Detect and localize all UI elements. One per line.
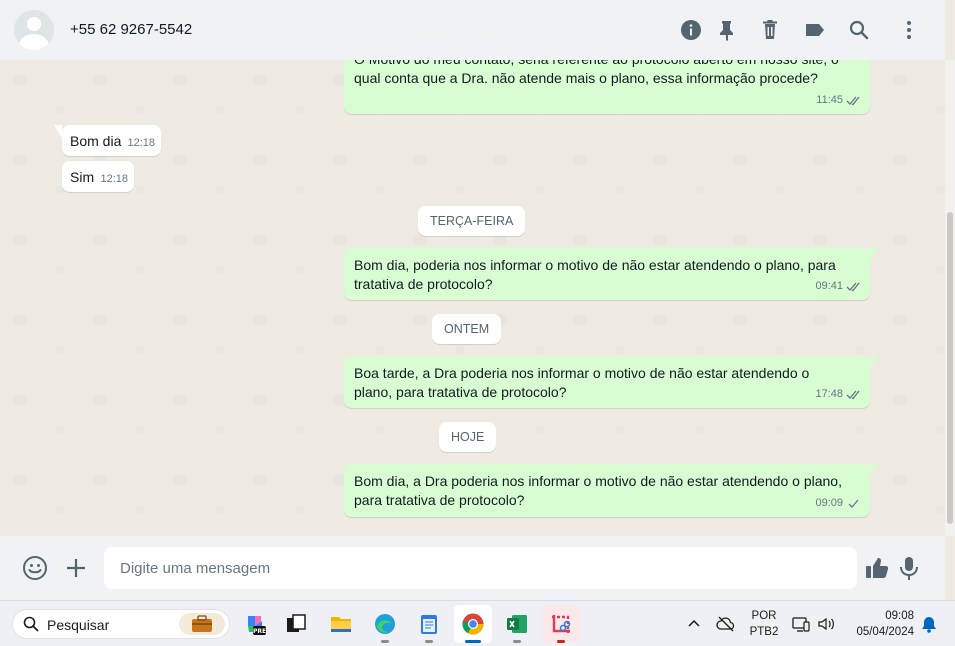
folder-icon: [331, 617, 351, 632]
message-meta: 09:41: [815, 277, 862, 296]
single-check-icon: [848, 499, 859, 508]
message-outgoing[interactable]: Bom dia, poderia nos informar o motivo d…: [344, 248, 878, 300]
message-text: Boa tarde, a Dra poderia nos informar o …: [354, 365, 810, 400]
message-input[interactable]: [104, 547, 857, 589]
taskbar-file-explorer[interactable]: [322, 605, 360, 643]
chevron-up-icon[interactable]: [684, 614, 704, 634]
message-text: Bom dia, poderia nos informar o motivo d…: [354, 257, 836, 292]
network-icon[interactable]: [791, 614, 811, 634]
message-outgoing[interactable]: Bom dia, a Dra poderia nos informar o mo…: [344, 464, 878, 517]
volume-icon[interactable]: [816, 614, 836, 634]
edge-icon: [375, 614, 395, 634]
message-time: 12:18: [127, 137, 155, 149]
message-time: 09:41: [815, 280, 843, 292]
message-time: 09:09: [815, 497, 843, 509]
date-separator: HOJE: [439, 422, 497, 452]
emoji-icon[interactable]: [22, 555, 48, 581]
label-icon[interactable]: [803, 18, 827, 42]
message-meta: 12:18: [127, 134, 155, 153]
pin-icon[interactable]: [715, 18, 739, 42]
taskbar-excel[interactable]: [498, 605, 536, 643]
clock[interactable]: 09:08 05/04/2024: [846, 608, 914, 640]
message-text: Sim: [70, 169, 95, 185]
message-meta: 12:18: [100, 170, 128, 189]
avatar[interactable]: [14, 10, 54, 50]
message-outgoing[interactable]: Boa tarde, a Dra poderia nos informar o …: [344, 356, 878, 408]
date-separator: TERÇA-FEIRA: [418, 206, 526, 236]
microphone-icon[interactable]: [896, 555, 922, 581]
taskbar-search[interactable]: Pesquisar: [12, 609, 230, 639]
attach-plus-icon[interactable]: [63, 555, 89, 581]
menu-icon[interactable]: [897, 18, 921, 42]
language-indicator[interactable]: POR PTB2: [746, 608, 782, 640]
contact-name[interactable]: +55 62 9267-5542: [70, 21, 192, 38]
notepad-icon: [421, 615, 437, 634]
language-code: POR: [751, 610, 777, 622]
message-incoming[interactable]: Bom dia 12:18: [54, 125, 161, 156]
date-separator: ONTEM: [432, 314, 502, 344]
message-meta: 11:45: [816, 91, 862, 110]
cloud-offline-icon[interactable]: [716, 614, 736, 634]
message-outgoing[interactable]: O Motivo do meu contato, seria referente…: [344, 60, 870, 114]
task-view-icon: [287, 614, 306, 632]
taskbar-chrome[interactable]: [454, 605, 492, 643]
copilot-icon: PRE: [248, 616, 266, 635]
message-meta: 17:48: [815, 385, 862, 404]
taskbar: Pesquisar PRE POR PTB2 09:08 05/04/2024: [0, 600, 955, 646]
message-meta: 09:09: [815, 494, 862, 513]
search-label: Pesquisar: [47, 617, 110, 633]
double-check-icon: [846, 390, 860, 400]
message-time: 17:48: [815, 388, 843, 400]
message-text: O Motivo do meu contato, seria referente…: [354, 60, 839, 86]
message-text: Bom dia: [70, 133, 122, 149]
briefcase-icon: [179, 613, 225, 635]
taskbar-notepad[interactable]: [410, 605, 448, 643]
scrollbar-thumb[interactable]: [947, 212, 953, 524]
message-incoming[interactable]: Sim 12:18: [62, 161, 134, 192]
double-check-icon: [846, 96, 860, 106]
message-text: Bom dia, a Dra poderia nos informar o mo…: [354, 473, 842, 508]
thumbs-up-icon[interactable]: [864, 555, 890, 581]
search-icon: [23, 616, 39, 632]
keyboard-layout: PTB2: [749, 626, 779, 638]
clock-time: 09:08: [885, 610, 914, 622]
chrome-icon: [462, 613, 484, 635]
search-icon[interactable]: [847, 18, 871, 42]
notification-bell-icon[interactable]: [919, 614, 939, 634]
message-time: 12:18: [100, 173, 128, 185]
taskbar-copilot[interactable]: PRE: [236, 605, 274, 643]
delete-icon[interactable]: [758, 18, 782, 42]
composer: [0, 536, 945, 600]
svg-text:PRE: PRE: [253, 628, 266, 635]
info-icon[interactable]: [679, 18, 703, 42]
taskbar-edge[interactable]: [366, 605, 404, 643]
chat-header: +55 62 9267-5542: [0, 0, 945, 60]
excel-icon: [507, 615, 527, 633]
taskbar-snipping-tool[interactable]: [542, 605, 580, 643]
chat-area[interactable]: O Motivo do meu contato, seria referente…: [0, 60, 945, 536]
snipping-tool-icon: [552, 615, 571, 633]
taskbar-task-view[interactable]: [277, 605, 315, 643]
clock-date: 05/04/2024: [856, 626, 914, 638]
message-time: 11:45: [816, 94, 843, 106]
double-check-icon: [846, 282, 860, 292]
